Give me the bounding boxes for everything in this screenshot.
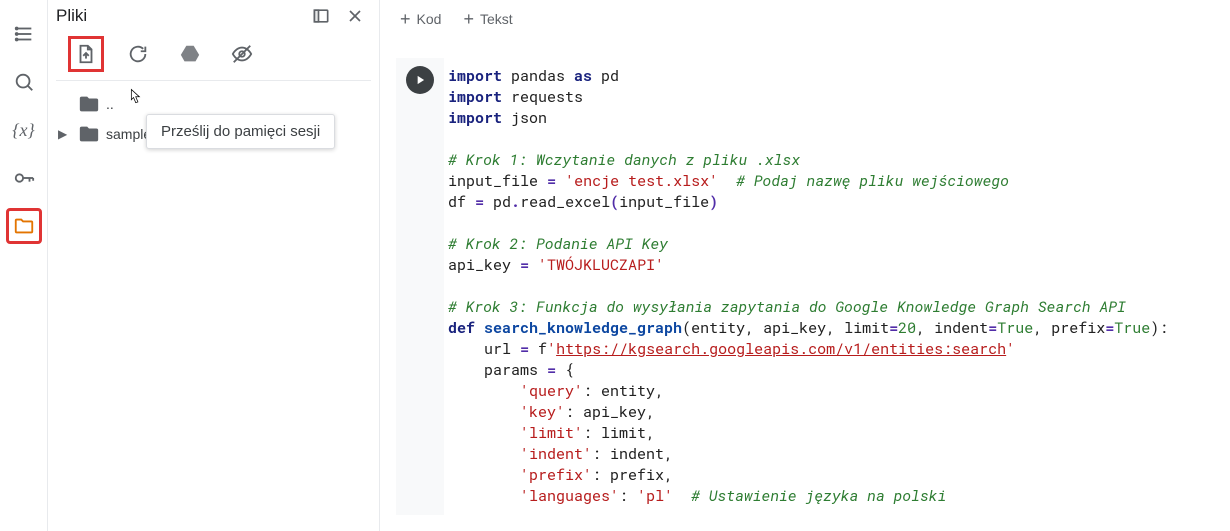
- notebook-toolbar: + Kod + Tekst: [380, 0, 1230, 38]
- upload-tooltip: Prześlij do pamięci sesji: [146, 114, 335, 149]
- files-icon[interactable]: [6, 208, 42, 244]
- code-editor[interactable]: import pandas as pd import requests impo…: [444, 58, 1214, 515]
- add-text-button[interactable]: + Tekst: [463, 10, 512, 28]
- search-icon[interactable]: [6, 64, 42, 100]
- upload-icon[interactable]: [68, 36, 104, 72]
- files-toolbar: [56, 32, 371, 81]
- key-icon[interactable]: [6, 160, 42, 196]
- plus-icon: +: [400, 10, 411, 28]
- variables-icon[interactable]: {x}: [6, 112, 42, 148]
- refresh-icon[interactable]: [120, 36, 156, 72]
- add-text-label: Tekst: [480, 11, 513, 27]
- tree-up-label: ..: [106, 96, 114, 112]
- run-button[interactable]: [406, 66, 434, 94]
- hide-icon[interactable]: [224, 36, 260, 72]
- add-code-label: Kod: [417, 11, 442, 27]
- drive-icon[interactable]: [172, 36, 208, 72]
- toc-icon[interactable]: [6, 16, 42, 52]
- files-sidebar: Pliki .. ▶ samp: [48, 0, 380, 531]
- open-window-icon[interactable]: [311, 6, 331, 26]
- chevron-right-icon: ▶: [58, 127, 72, 141]
- close-icon[interactable]: [345, 6, 365, 26]
- sidebar-title: Pliki: [56, 6, 87, 26]
- code-cell: import pandas as pd import requests impo…: [396, 58, 1214, 515]
- plus-icon: +: [463, 10, 474, 28]
- main-area: + Kod + Tekst import pandas as pd import…: [380, 0, 1230, 531]
- add-code-button[interactable]: + Kod: [400, 10, 441, 28]
- left-rail: {x}: [0, 0, 48, 531]
